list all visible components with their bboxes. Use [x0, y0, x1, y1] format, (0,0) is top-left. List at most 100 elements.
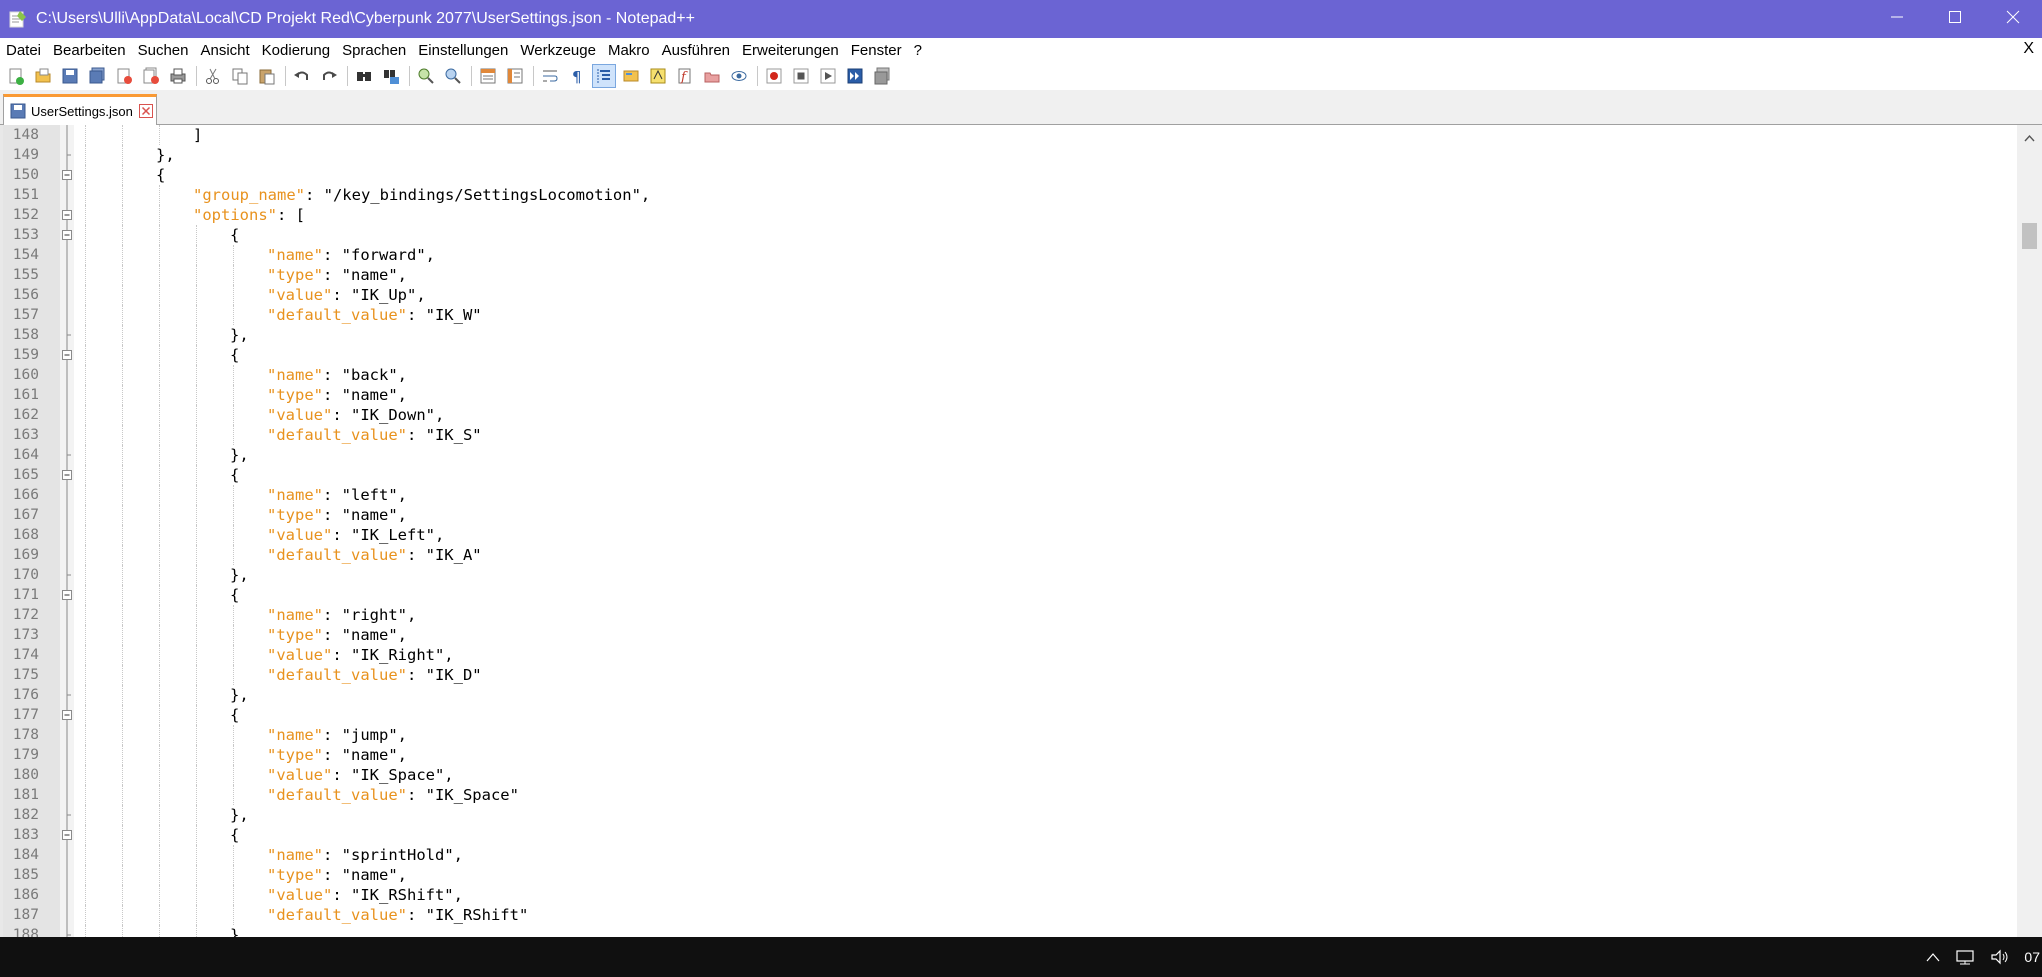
- find-icon[interactable]: [353, 65, 375, 87]
- code-line[interactable]: 168 "value": "IK_Left",: [0, 525, 2017, 545]
- code-line[interactable]: 165 {: [0, 465, 2017, 485]
- clock[interactable]: 07: [2024, 949, 2040, 965]
- code-line[interactable]: 164},: [0, 445, 2017, 465]
- menu-werkzeuge[interactable]: Werkzeuge: [514, 42, 602, 59]
- code-line[interactable]: 187 "default_value": "IK_RShift": [0, 905, 2017, 925]
- code-line[interactable]: 160 "name": "back",: [0, 365, 2017, 385]
- function-list-icon[interactable]: f: [674, 65, 696, 87]
- show-all-chars-icon[interactable]: ¶: [566, 65, 588, 87]
- code-line[interactable]: 183 {: [0, 825, 2017, 845]
- code-line[interactable]: 178 "name": "jump",: [0, 725, 2017, 745]
- new-file-icon[interactable]: [5, 65, 27, 87]
- menu-ansicht[interactable]: Ansicht: [194, 42, 255, 59]
- menu-suchen[interactable]: Suchen: [132, 42, 195, 59]
- paste-icon[interactable]: [256, 65, 278, 87]
- code-line[interactable]: 151 "group_name": "/key_bindings/Settings…: [0, 185, 2017, 205]
- code-line[interactable]: 156 "value": "IK_Up",: [0, 285, 2017, 305]
- fold-toggle-icon[interactable]: [60, 205, 74, 225]
- tab-usersettings-json[interactable]: UserSettings.json: [3, 94, 157, 125]
- print-icon[interactable]: [167, 65, 189, 87]
- close-all-icon[interactable]: [140, 65, 162, 87]
- code-line[interactable]: 167 "type": "name",: [0, 505, 2017, 525]
- network-icon[interactable]: [1954, 949, 1976, 965]
- undo-icon[interactable]: [291, 65, 313, 87]
- code-line[interactable]: 185 "type": "name",: [0, 865, 2017, 885]
- fold-toggle-icon[interactable]: [60, 165, 74, 185]
- save-icon[interactable]: [59, 65, 81, 87]
- minimize-button[interactable]: [1868, 0, 1926, 38]
- run-macro-multiple-icon[interactable]: [844, 65, 866, 87]
- replace-icon[interactable]: [380, 65, 402, 87]
- code-line[interactable]: 175 "default_value": "IK_D": [0, 665, 2017, 685]
- menu-makro[interactable]: Makro: [602, 42, 656, 59]
- code-line[interactable]: 169 "default_value": "IK_A": [0, 545, 2017, 565]
- play-macro-icon[interactable]: [817, 65, 839, 87]
- fold-toggle-icon[interactable]: [60, 225, 74, 245]
- code-line[interactable]: 153 {: [0, 225, 2017, 245]
- scroll-up-arrow-icon[interactable]: [2024, 129, 2035, 147]
- language-define-icon[interactable]: [620, 65, 642, 87]
- zoom-out-icon[interactable]: [442, 65, 464, 87]
- menu-fenster[interactable]: Fenster: [845, 42, 908, 59]
- chevron-up-icon[interactable]: [1926, 952, 1940, 962]
- menu-datei[interactable]: Datei: [0, 42, 47, 59]
- fold-toggle-icon[interactable]: [60, 585, 74, 605]
- code-line[interactable]: 182},: [0, 805, 2017, 825]
- code-line[interactable]: 173 "type": "name",: [0, 625, 2017, 645]
- record-macro-icon[interactable]: [763, 65, 785, 87]
- open-file-icon[interactable]: [32, 65, 54, 87]
- fold-toggle-icon[interactable]: [60, 465, 74, 485]
- code-line[interactable]: 180 "value": "IK_Space",: [0, 765, 2017, 785]
- close-document-button[interactable]: X: [2023, 40, 2034, 58]
- notepadpp-app-icon[interactable]: [8, 9, 28, 29]
- copy-icon[interactable]: [229, 65, 251, 87]
- code-line[interactable]: 157 "default_value": "IK_W": [0, 305, 2017, 325]
- menu-erweiterungen[interactable]: Erweiterungen: [736, 42, 845, 59]
- menu-help[interactable]: ?: [908, 42, 928, 59]
- monitoring-icon[interactable]: [728, 65, 750, 87]
- code-line[interactable]: 181 "default_value": "IK_Space": [0, 785, 2017, 805]
- close-button[interactable]: [1984, 0, 2042, 38]
- indent-guide-icon[interactable]: [592, 64, 616, 88]
- maximize-button[interactable]: [1926, 0, 1984, 38]
- sync-vertical-icon[interactable]: [477, 65, 499, 87]
- fold-toggle-icon[interactable]: [60, 705, 74, 725]
- redo-icon[interactable]: [318, 65, 340, 87]
- folder-as-workspace-icon[interactable]: [701, 65, 723, 87]
- code-line[interactable]: 154 "name": "forward",: [0, 245, 2017, 265]
- menu-ausfuehren[interactable]: Ausführen: [656, 42, 736, 59]
- word-wrap-icon[interactable]: [539, 65, 561, 87]
- menu-einstellungen[interactable]: Einstellungen: [412, 42, 514, 59]
- code-line[interactable]: 149},: [0, 145, 2017, 165]
- code-line[interactable]: 172 "name": "right",: [0, 605, 2017, 625]
- code-line[interactable]: 170},: [0, 565, 2017, 585]
- code-line[interactable]: 155 "type": "name",: [0, 265, 2017, 285]
- code-line[interactable]: 186 "value": "IK_RShift",: [0, 885, 2017, 905]
- code-line[interactable]: 166 "name": "left",: [0, 485, 2017, 505]
- scrollbar-thumb[interactable]: [2022, 223, 2037, 249]
- code-line[interactable]: 179 "type": "name",: [0, 745, 2017, 765]
- code-line[interactable]: 148]: [0, 125, 2017, 145]
- menu-kodierung[interactable]: Kodierung: [256, 42, 336, 59]
- vertical-scrollbar[interactable]: [2017, 125, 2042, 937]
- fold-toggle-icon[interactable]: [60, 825, 74, 845]
- code-line[interactable]: 184 "name": "sprintHold",: [0, 845, 2017, 865]
- editor-pane[interactable]: 148] 149}, 150{151 "group_name": "/key_bind…: [0, 125, 2042, 937]
- code-line[interactable]: 150 {: [0, 165, 2017, 185]
- code-line[interactable]: 171 {: [0, 585, 2017, 605]
- tab-close-icon[interactable]: [138, 104, 153, 118]
- save-macro-icon[interactable]: [871, 65, 893, 87]
- code-line[interactable]: 162 "value": "IK_Down",: [0, 405, 2017, 425]
- volume-icon[interactable]: [1990, 949, 2010, 965]
- code-line[interactable]: 174 "value": "IK_Right",: [0, 645, 2017, 665]
- code-line[interactable]: 176},: [0, 685, 2017, 705]
- close-file-icon[interactable]: [113, 65, 135, 87]
- code-line[interactable]: 177 {: [0, 705, 2017, 725]
- title-bar[interactable]: C:\Users\Ulli\AppData\Local\CD Projekt R…: [0, 0, 2042, 38]
- code-line[interactable]: 159 {: [0, 345, 2017, 365]
- sync-horizontal-icon[interactable]: [504, 65, 526, 87]
- cut-icon[interactable]: [202, 65, 224, 87]
- code-line[interactable]: 188},: [0, 925, 2017, 937]
- code-line[interactable]: 161 "type": "name",: [0, 385, 2017, 405]
- code-line[interactable]: 152 "options": [: [0, 205, 2017, 225]
